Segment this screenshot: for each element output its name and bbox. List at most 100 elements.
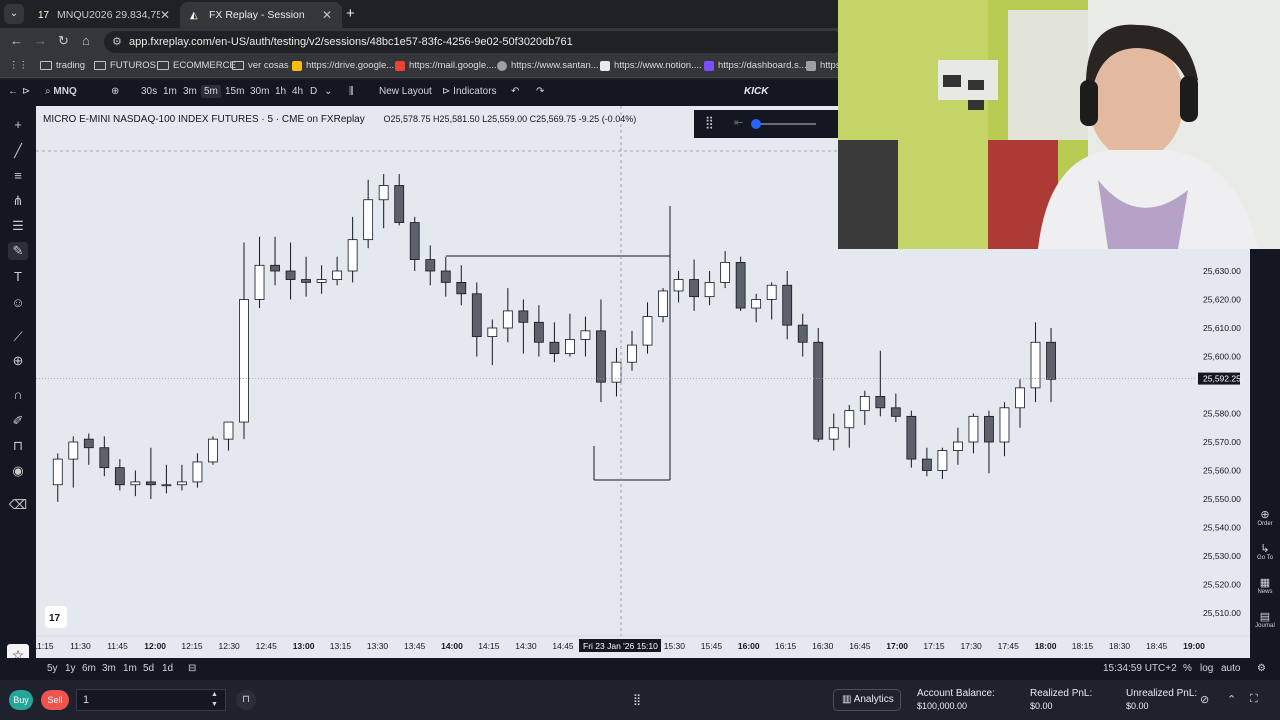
price-axis-label: 25,550.00 [1203, 494, 1241, 504]
tf-1h[interactable]: 1h [275, 86, 286, 97]
crosshair-icon[interactable]: + [8, 116, 28, 134]
brush-icon[interactable]: ✎ [8, 242, 28, 260]
zoom-icon[interactable]: ⊕ [8, 352, 28, 370]
quantity-stepper[interactable]: ▲ ▼ [211, 690, 218, 710]
date-range-icon[interactable]: ⊟ [188, 663, 196, 674]
settings-icon[interactable]: ⚙ [1257, 663, 1266, 674]
candle-type-icon[interactable]: ⫼ [349, 86, 354, 97]
bullish-candle [828, 427, 839, 440]
chevron-up-icon[interactable]: ⌃ [1227, 693, 1236, 706]
eye-icon[interactable]: ◉ [8, 462, 28, 480]
news-button[interactable]: ▦ News [1252, 576, 1278, 595]
tab-fx-replay[interactable]: ◭ FX Replay - Session ✕ [180, 2, 342, 28]
magnet-icon[interactable]: ∩ [8, 386, 28, 404]
journal-button[interactable]: ▤ Journal [1252, 610, 1278, 629]
step-back-icon[interactable]: ⇤ [734, 116, 743, 129]
range-3m[interactable]: 3m [102, 663, 116, 674]
trash-icon[interactable]: ⌫ [8, 496, 28, 514]
home-icon[interactable]: ⌂ [82, 33, 90, 48]
back-arrow-icon[interactable]: ← [8, 86, 18, 97]
clock-timezone[interactable]: 15:34:59 UTC+2 [1103, 663, 1177, 674]
close-icon[interactable]: ✕ [322, 8, 332, 22]
lock-icon[interactable]: ⊓ [236, 690, 256, 710]
hide-icon[interactable]: ⊘ [1200, 693, 1209, 706]
tf-15m[interactable]: 15m [225, 86, 244, 97]
bookmark-futuros[interactable]: FUTUROS [94, 60, 156, 71]
reload-icon[interactable]: ↻ [58, 33, 69, 49]
bullish-candle [627, 344, 637, 363]
back-icon[interactable]: ← [10, 33, 23, 48]
add-symbol-icon[interactable]: ⊕ [111, 86, 119, 97]
fullscreen-icon[interactable]: ⛶ [1250, 693, 1258, 706]
replay-speed-track[interactable] [754, 123, 816, 125]
new-tab-button[interactable]: + [346, 5, 355, 22]
range-6m[interactable]: 6m [82, 663, 96, 674]
address-bar[interactable]: ⚙ app.fxreplay.com/en-US/auth/testing/v2… [104, 31, 844, 53]
text-icon[interactable]: T [8, 268, 28, 286]
lock-icon[interactable]: ⊓ [8, 437, 28, 455]
tf-30m[interactable]: 30m [250, 86, 269, 97]
bookmark-other[interactable]: https [806, 60, 841, 71]
fib-icon[interactable]: ☰ [8, 217, 28, 235]
time-axis-label: 16:45 [849, 641, 871, 651]
time-axis-label: 15:30 [664, 641, 686, 651]
emoji-icon[interactable]: ☺ [8, 294, 28, 312]
site-info-icon[interactable]: ⚙ [112, 31, 122, 53]
price-axis-label: 25,580.00 [1203, 409, 1241, 419]
symbol-search[interactable]: ⌕ MNQ [45, 86, 77, 97]
tab-mnq-quote[interactable]: 17 MNQU2026 29.834,75 ▲ +1.10 ✕ [28, 2, 180, 28]
buy-button[interactable]: Buy [9, 690, 33, 710]
drag-handle-icon[interactable]: ⣿ [705, 115, 714, 129]
bullish-candle [52, 458, 63, 486]
indicators-button[interactable]: ⊳ Indicators [442, 86, 497, 97]
undo-icon[interactable]: ↶ [511, 86, 519, 97]
range-5y[interactable]: 5y [47, 663, 58, 674]
tf-1m[interactable]: 1m [163, 86, 177, 97]
horizontal-lines-icon[interactable]: ≡ [8, 167, 28, 185]
analytics-button[interactable]: ▥ Analytics [833, 689, 901, 711]
bookmark-notion[interactable]: https://www.notion.... [600, 60, 702, 71]
percent-toggle[interactable]: % [1183, 663, 1192, 674]
pencil-lock-icon[interactable]: ✐ [8, 412, 28, 430]
chevron-down-icon[interactable]: ⌄ [324, 86, 332, 97]
order-button[interactable]: ⊕ Order [1252, 508, 1278, 527]
sell-button[interactable]: Sell [41, 690, 69, 710]
tf-5m[interactable]: 5m [201, 85, 221, 98]
redo-icon[interactable]: ↷ [536, 86, 544, 97]
goto-button[interactable]: ↳ Go To [1252, 542, 1278, 561]
ruler-icon[interactable]: ⟋ [8, 328, 28, 346]
log-toggle[interactable]: log [1200, 663, 1213, 674]
apps-icon[interactable]: ⋮⋮ [9, 60, 28, 71]
quantity-input[interactable] [76, 689, 226, 711]
forward-icon[interactable]: → [34, 33, 47, 48]
bookmark-gmail[interactable]: https://mail.google.... [395, 60, 497, 71]
bookmark-dashboard[interactable]: https://dashboard.s... [704, 60, 807, 71]
range-1d[interactable]: 1d [162, 663, 173, 674]
range-1y[interactable]: 1y [65, 663, 76, 674]
bookmark-ecommerce[interactable]: ECOMMERCE [157, 60, 236, 71]
bookmark-drive[interactable]: https://drive.google.... [292, 60, 397, 71]
range-1m[interactable]: 1m [123, 663, 137, 674]
tf-d[interactable]: D [310, 86, 317, 97]
new-layout-button[interactable]: New Layout [379, 86, 432, 97]
tf-30s[interactable]: 30s [141, 86, 157, 97]
range-5d[interactable]: 5d [143, 663, 154, 674]
bookmark-trading[interactable]: trading [40, 60, 85, 71]
bookmark-santander[interactable]: https://www.santan... [497, 60, 599, 71]
bookmark-ver-cosas[interactable]: ver cosas [232, 60, 289, 71]
close-icon[interactable]: ✕ [160, 8, 170, 22]
replay-speed-knob[interactable] [751, 119, 761, 129]
bullish-candle [999, 407, 1010, 443]
pitchfork-icon[interactable]: ⋔ [8, 192, 28, 210]
bullish-candle [720, 262, 731, 283]
tf-3m[interactable]: 3m [183, 86, 197, 97]
bearish-candle [456, 281, 467, 295]
bullish-candle [859, 395, 870, 412]
tab-search-button[interactable]: ⌄ [4, 4, 24, 24]
bearish-candle [533, 321, 544, 343]
drag-grip-icon[interactable]: ⣿ [633, 693, 641, 706]
tf-4h[interactable]: 4h [292, 86, 303, 97]
auto-toggle[interactable]: auto [1221, 663, 1240, 674]
time-axis-label: 14:00 [441, 641, 463, 651]
trend-line-icon[interactable]: ╱ [8, 142, 28, 160]
